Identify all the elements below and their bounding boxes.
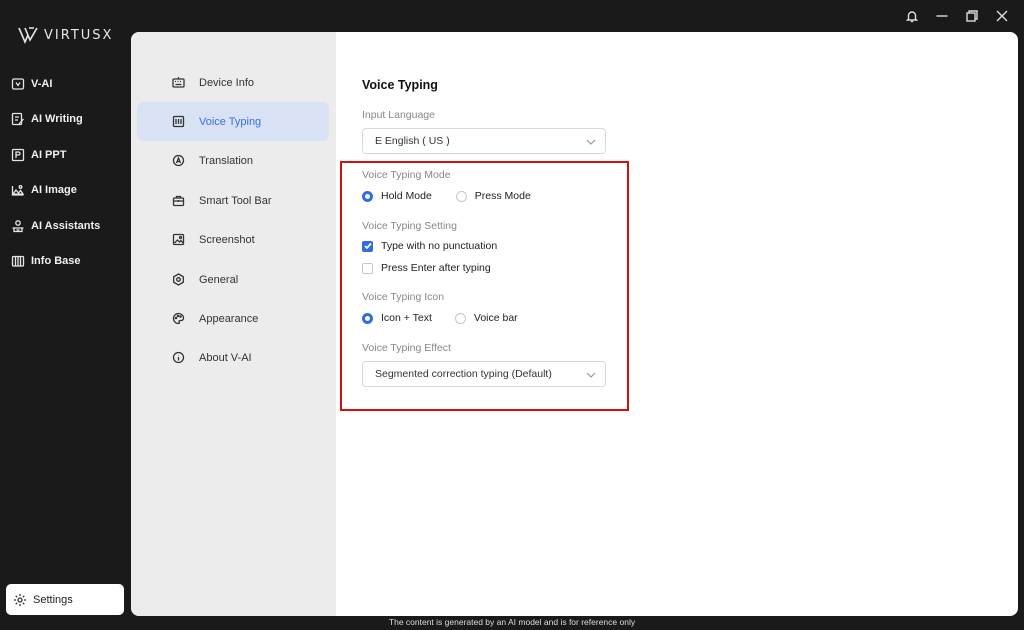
subnav-item-label: Translation	[199, 154, 254, 167]
subnav-item-label: General	[199, 273, 239, 286]
subnav-item-label: Screenshot	[199, 233, 255, 246]
nav-item-v-ai[interactable]: V-AI	[0, 66, 130, 102]
subnav-item-label: Smart Tool Bar	[199, 194, 272, 207]
nav-item-label: AI Writing	[31, 113, 83, 126]
nav-item-label: V-AI	[31, 77, 53, 90]
nav-item-label: AI PPT	[31, 148, 67, 161]
nav-item-label: AI Assistants	[31, 219, 101, 232]
subnav-item-voice-typing[interactable]: Voice Typing	[137, 102, 329, 141]
input-language-label: Input Language	[362, 109, 435, 121]
chevron-down-icon	[586, 137, 596, 147]
translate-icon	[172, 154, 185, 167]
input-language-select[interactable]: E English ( US )	[362, 128, 606, 154]
gear-icon	[173, 273, 184, 286]
palette-icon	[172, 312, 185, 325]
nav-item-ai-ppt[interactable]: AI PPT	[0, 137, 130, 173]
restore-icon[interactable]	[964, 8, 980, 24]
subnav-item-device-info[interactable]: Device Info	[137, 63, 329, 102]
nav-item-ai-assistants[interactable]: AI Assistants	[0, 208, 130, 244]
brand-logo: VIRTUSX	[18, 26, 113, 44]
subnav-item-label: Appearance	[199, 312, 259, 325]
virtusx-logo-icon	[18, 27, 38, 44]
keyboard-icon	[172, 77, 185, 88]
bell-icon[interactable]	[904, 8, 920, 24]
input-language-value: E English ( US )	[375, 135, 450, 147]
gear-icon	[14, 593, 26, 606]
voice-typing-icon	[172, 115, 185, 128]
highlight-box	[340, 161, 629, 411]
nav-item-info-base[interactable]: Info Base	[0, 244, 130, 280]
subnav-item-screenshot[interactable]: Screenshot	[137, 220, 329, 259]
library-icon	[11, 256, 25, 267]
subnav-item-appearance[interactable]: Appearance	[137, 299, 329, 338]
close-icon[interactable]	[994, 8, 1010, 24]
vai-icon	[11, 78, 25, 90]
subnav-item-label: Device Info	[199, 76, 255, 89]
info-icon	[172, 351, 185, 364]
nav-item-label: AI Image	[31, 184, 77, 197]
subnav-item-smart-tool-bar[interactable]: Smart Tool Bar	[137, 181, 329, 220]
subnav-item-translation[interactable]: Translation	[137, 141, 329, 180]
settings-label: Settings	[33, 593, 73, 606]
nav-item-ai-writing[interactable]: AI Writing	[0, 102, 130, 138]
minimize-icon[interactable]	[934, 8, 950, 24]
ai-disclaimer: The content is generated by an AI model …	[388, 617, 636, 627]
settings-subnav: Device Info Voice Typing Translation Sma…	[131, 32, 336, 616]
screenshot-icon	[172, 233, 185, 246]
toolbox-icon	[172, 195, 185, 207]
writing-icon	[11, 113, 24, 126]
ppt-icon	[11, 148, 25, 161]
image-icon	[11, 185, 25, 196]
subnav-item-label: About V-AI	[199, 351, 252, 364]
window-controls	[904, 8, 1010, 24]
page-title: Voice Typing	[362, 78, 438, 92]
assistant-icon	[12, 219, 24, 232]
settings-button[interactable]: Settings	[6, 584, 124, 615]
main-nav: V-AI AI Writing AI PPT AI Image AI Assis…	[0, 66, 130, 279]
brand-name: VIRTUSX	[44, 27, 114, 43]
subnav-item-general[interactable]: General	[137, 260, 329, 299]
nav-item-label: Info Base	[31, 255, 81, 268]
nav-item-ai-image[interactable]: AI Image	[0, 173, 130, 209]
subnav-item-about[interactable]: About V-AI	[137, 338, 329, 377]
subnav-item-label: Voice Typing	[199, 115, 262, 128]
